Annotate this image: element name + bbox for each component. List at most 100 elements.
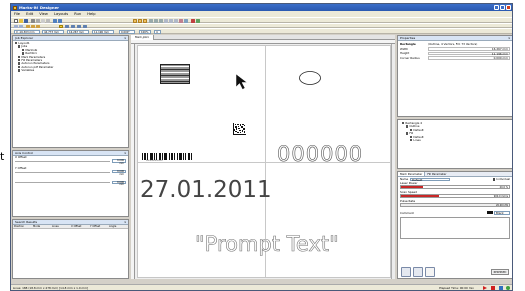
panel-close-icon[interactable]: ×: [124, 36, 127, 41]
z-offset-value[interactable]: 0.000 mm: [112, 180, 126, 186]
panel-close-icon[interactable]: ×: [508, 36, 511, 41]
comment-row: Comment Black: [398, 210, 512, 216]
search-results-columns: Position Mode Lines X Offset Y Offset An…: [13, 225, 128, 229]
individual-checkbox[interactable]: [492, 178, 496, 181]
column-header[interactable]: Mode: [33, 225, 52, 228]
status-lines: Lines: 188 (18.8 mm x 478 mm) [14.8 mm x…: [13, 286, 89, 290]
scan-speed-fill: [401, 195, 439, 197]
search-results-panel: Search Results × Position Mode Lines X Of…: [12, 219, 129, 279]
play-icon[interactable]: [483, 286, 487, 290]
job-explorer-panel: Job Explorer × Layout1 Jobs Marklobi Rect…: [12, 35, 129, 148]
design-canvas[interactable]: 0000000000000 000000 27.01.2011 "Prompt …: [137, 45, 391, 278]
x-position-field[interactable]: X -16.303 mm: [14, 29, 40, 34]
tree-label: Variables: [21, 68, 35, 73]
date-text[interactable]: 27.01.2011: [140, 178, 272, 202]
barcode-bar: [172, 153, 173, 160]
properties-panel: Properties × Rectangle (Outline, 4 Vector…: [397, 35, 512, 117]
object-tree-panel: Rectangle 4 Outline Default Fill Default…: [397, 119, 512, 169]
pulse-rate-value: 20.00 kHz: [495, 204, 508, 208]
menu-layouts[interactable]: Layouts: [54, 12, 68, 16]
column-header[interactable]: X Offset: [71, 225, 90, 228]
panel-close-icon[interactable]: ×: [124, 151, 127, 156]
angle-field[interactable]: 0.000°: [119, 29, 135, 34]
barcode-digits: 0000000000000: [146, 160, 163, 162]
z-offset-slider[interactable]: 0.000 mm: [15, 180, 126, 186]
job-explorer-title: Job Explorer: [15, 36, 34, 40]
barcode[interactable]: [142, 153, 192, 160]
menu-file[interactable]: File: [14, 12, 20, 16]
axis-control-panel: Axis Control × X Offset 0.000 mm Y Offset…: [12, 150, 129, 217]
tab-fill-parameter[interactable]: Fill Parameter: [425, 172, 448, 176]
laser-power-fill: [401, 186, 423, 188]
status-bar: Lines: 188 (18.8 mm x 478 mm) [14.8 mm x…: [11, 284, 512, 290]
apply-params-icon[interactable]: [401, 267, 411, 277]
x-offset-value[interactable]: 0.000 mm: [112, 159, 126, 165]
property-label: Corner Radius: [400, 55, 420, 60]
barcode-bar: [189, 153, 190, 160]
reserved-button[interactable]: RESERVED: [491, 269, 509, 275]
menu-help[interactable]: Help: [87, 12, 95, 16]
individual-label: Individual: [496, 177, 510, 181]
pulse-rate-slider[interactable]: 20.00 kHz: [400, 203, 510, 207]
barcode-bar: [166, 153, 167, 160]
y-offset-slider[interactable]: 0.000 mm: [15, 170, 126, 176]
x-offset-slider[interactable]: 0.000 mm: [15, 159, 126, 165]
window-title: Marks-It! Designer: [19, 5, 60, 10]
y-position-field[interactable]: 44.773 mm: [42, 29, 64, 34]
barcode-bar: [145, 153, 146, 160]
barcode-bar: [162, 153, 163, 160]
canvas-scrollbar[interactable]: [391, 44, 395, 279]
properties-title: Properties: [400, 36, 416, 40]
tree-item[interactable]: Variables: [15, 69, 126, 72]
barcode-bar: [156, 153, 157, 160]
maximize-button[interactable]: [500, 5, 505, 10]
column-header[interactable]: Y Offset: [90, 225, 109, 228]
hatched-rectangle[interactable]: [160, 64, 190, 84]
laser-power-value: 20.0 %: [499, 186, 508, 190]
stop-icon[interactable]: [491, 286, 495, 290]
prompt-text[interactable]: "Prompt Text": [195, 233, 339, 256]
scale-field[interactable]: 100%: [139, 29, 151, 34]
panel-close-icon[interactable]: ×: [124, 220, 127, 225]
barcode-bar: [154, 153, 155, 160]
close-button[interactable]: [506, 5, 511, 10]
axis-control-header: Axis Control ×: [13, 151, 128, 156]
minimize-button[interactable]: [494, 5, 499, 10]
job-tree: Layout1 Jobs Marklobi Rect0n1 Mark Param…: [13, 41, 128, 74]
menu-view[interactable]: View: [39, 12, 48, 16]
search-results-title: Search Results: [15, 220, 38, 224]
count-field[interactable]: 4: [154, 29, 161, 34]
app-window: Marks-It! Designer File Edit View Layout…: [10, 3, 513, 291]
barcode-bar: [191, 153, 192, 160]
property-value[interactable]: 16.267 mm: [428, 47, 510, 51]
column-header[interactable]: Lines: [52, 225, 71, 228]
column-header[interactable]: Angle: [109, 225, 128, 228]
menu-edit[interactable]: Edit: [26, 12, 33, 16]
tab-mark-parameter[interactable]: Mark Parameter: [398, 172, 426, 176]
add-params-icon[interactable]: [425, 267, 435, 277]
ellipse-shape[interactable]: [298, 70, 322, 86]
scan-speed-value: 900.0 mm/s: [493, 195, 508, 199]
y-offset-value[interactable]: 0.000 mm: [112, 170, 126, 176]
counter-text[interactable]: 000000: [277, 143, 363, 165]
column-header[interactable]: Position: [13, 225, 33, 228]
pause-icon[interactable]: [499, 286, 503, 290]
comment-textarea[interactable]: [400, 216, 510, 239]
menu-run[interactable]: Run: [74, 12, 81, 16]
datamatrix-code[interactable]: [233, 123, 246, 135]
properties-header: Properties ×: [398, 36, 512, 41]
color-swatch[interactable]: [487, 211, 493, 215]
property-value[interactable]: 0.000 mm: [428, 56, 510, 60]
height-field[interactable]: 11.196 mm: [92, 29, 114, 34]
remove-params-icon[interactable]: [413, 267, 423, 277]
color-select[interactable]: Black: [494, 211, 510, 215]
scan-speed-slider[interactable]: 900.0 mm/s: [400, 194, 510, 198]
width-field[interactable]: 16.267 mm: [67, 29, 89, 34]
tree-item[interactable]: Lines: [402, 138, 508, 142]
laser-power-slider[interactable]: 20.0 %: [400, 185, 510, 189]
object-tree: Rectangle 4 Outline Default Fill Default…: [398, 120, 512, 144]
app-icon: [13, 5, 17, 10]
property-value[interactable]: 11.196 mm: [428, 51, 510, 56]
corner-radius-property: Corner Radius 0.000 mm: [398, 56, 512, 60]
axis-control-title: Axis Control: [15, 151, 34, 155]
